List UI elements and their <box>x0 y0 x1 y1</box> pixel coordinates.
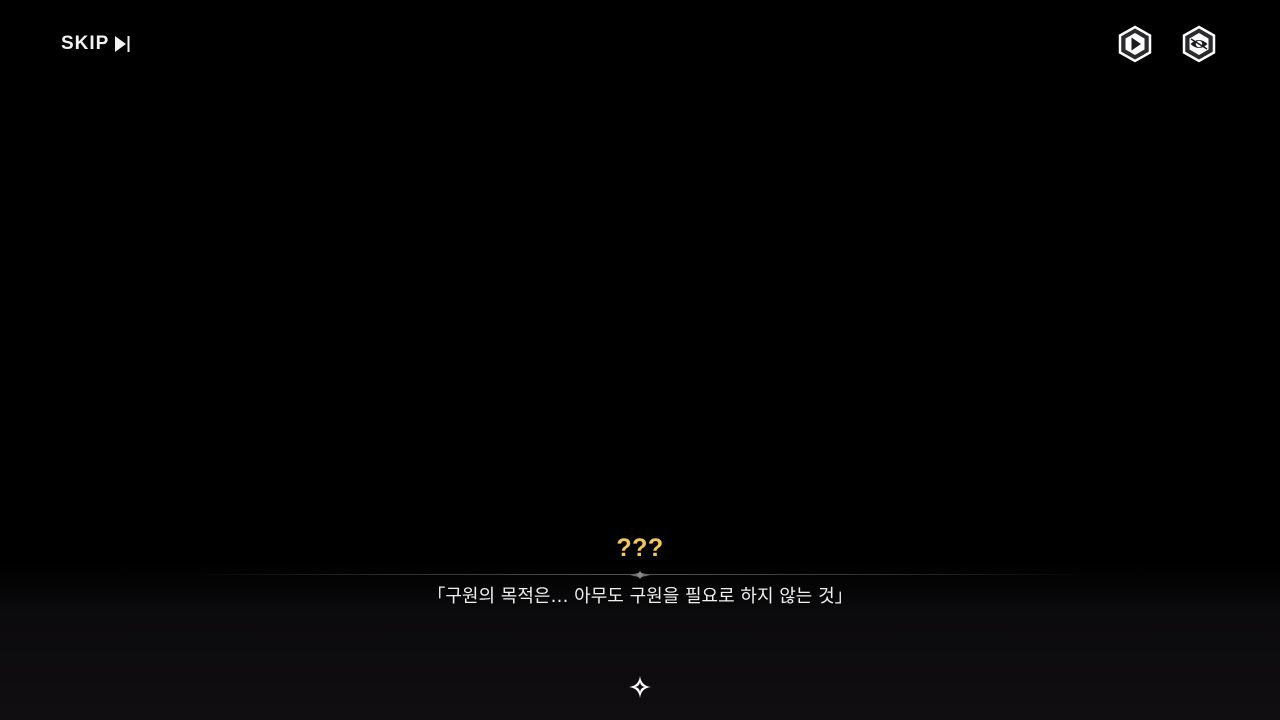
sparkle-next-icon[interactable] <box>627 674 653 700</box>
speaker-name: ??? <box>616 534 664 562</box>
divider-ornament-icon <box>630 571 650 579</box>
dialogue-text: 「구원의 목적은… 아무도 구원을 필요로 하지 않는 것」 <box>427 586 853 607</box>
top-right-controls <box>1117 25 1217 63</box>
auto-play-icon[interactable] <box>1117 25 1153 63</box>
story-screen[interactable]: SKIP ??? 「구원의 목적은… 아무도 구원을 필요로 하지 않는 것」 <box>0 0 1280 720</box>
skip-button[interactable]: SKIP <box>61 32 130 56</box>
hide-ui-eye-icon[interactable] <box>1181 25 1217 63</box>
skip-label: SKIP <box>61 33 110 54</box>
skip-forward-icon <box>114 35 130 53</box>
